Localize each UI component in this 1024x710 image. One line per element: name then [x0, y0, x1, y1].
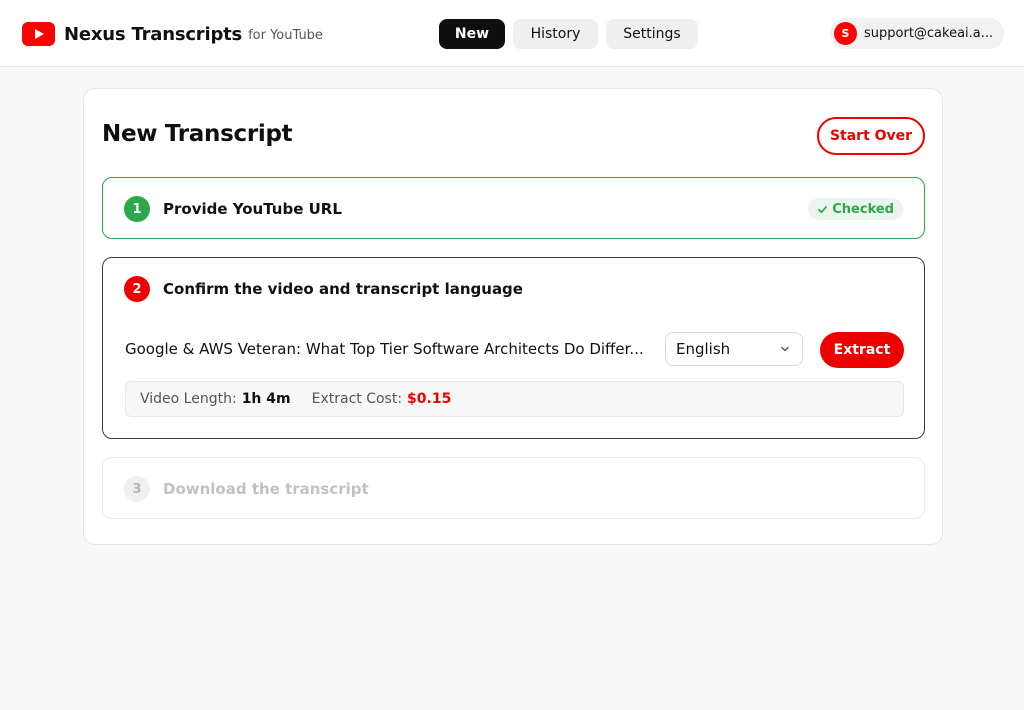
account-menu[interactable]: S support@cakeai.a... — [830, 18, 1004, 49]
extract-cost-value: $0.15 — [407, 391, 452, 407]
tab-history[interactable]: History — [513, 19, 598, 49]
chevron-down-icon — [781, 346, 789, 352]
youtube-logo-icon — [22, 22, 55, 46]
brand-subtitle: for YouTube — [248, 28, 323, 43]
language-value: English — [676, 340, 731, 358]
top-bar: Nexus Transcripts for YouTube New Histor… — [0, 0, 1024, 67]
account-email: support@cakeai.a... — [864, 26, 994, 41]
step-label: Confirm the video and transcript languag… — [163, 280, 523, 298]
language-select[interactable]: English — [665, 332, 803, 366]
page-title: New Transcript — [102, 121, 293, 147]
status-badge: Checked — [808, 198, 903, 220]
start-over-button[interactable]: Start Over — [817, 117, 925, 155]
tab-new[interactable]: New — [439, 19, 505, 49]
video-title: Google & AWS Veteran: What Top Tier Soft… — [125, 340, 644, 358]
step-provide-url[interactable]: 1 Provide YouTube URL Checked — [102, 177, 925, 239]
brand-name: Nexus Transcripts — [64, 23, 243, 45]
step-confirm-video: 2 Confirm the video and transcript langu… — [102, 257, 925, 439]
video-length-label: Video Length: — [140, 391, 237, 407]
transcript-card: New Transcript Start Over 1 Provide YouT… — [83, 88, 943, 545]
step-label: Download the transcript — [163, 480, 369, 498]
check-icon — [818, 205, 828, 213]
extract-button[interactable]: Extract — [820, 332, 904, 368]
brand[interactable]: Nexus Transcripts for YouTube — [22, 22, 323, 46]
step-number: 1 — [124, 196, 150, 222]
step-number: 2 — [124, 276, 150, 302]
step-download: 3 Download the transcript — [102, 457, 925, 519]
main-nav: New History Settings — [439, 19, 698, 49]
video-info-bar: Video Length: 1h 4m Extract Cost: $0.15 — [125, 381, 904, 417]
extract-cost-label: Extract Cost: — [311, 391, 403, 407]
status-text: Checked — [832, 201, 894, 217]
step-number: 3 — [124, 476, 150, 502]
step-label: Provide YouTube URL — [163, 200, 342, 218]
video-length-value: 1h 4m — [241, 391, 291, 407]
avatar: S — [834, 22, 857, 45]
tab-settings[interactable]: Settings — [606, 19, 698, 49]
